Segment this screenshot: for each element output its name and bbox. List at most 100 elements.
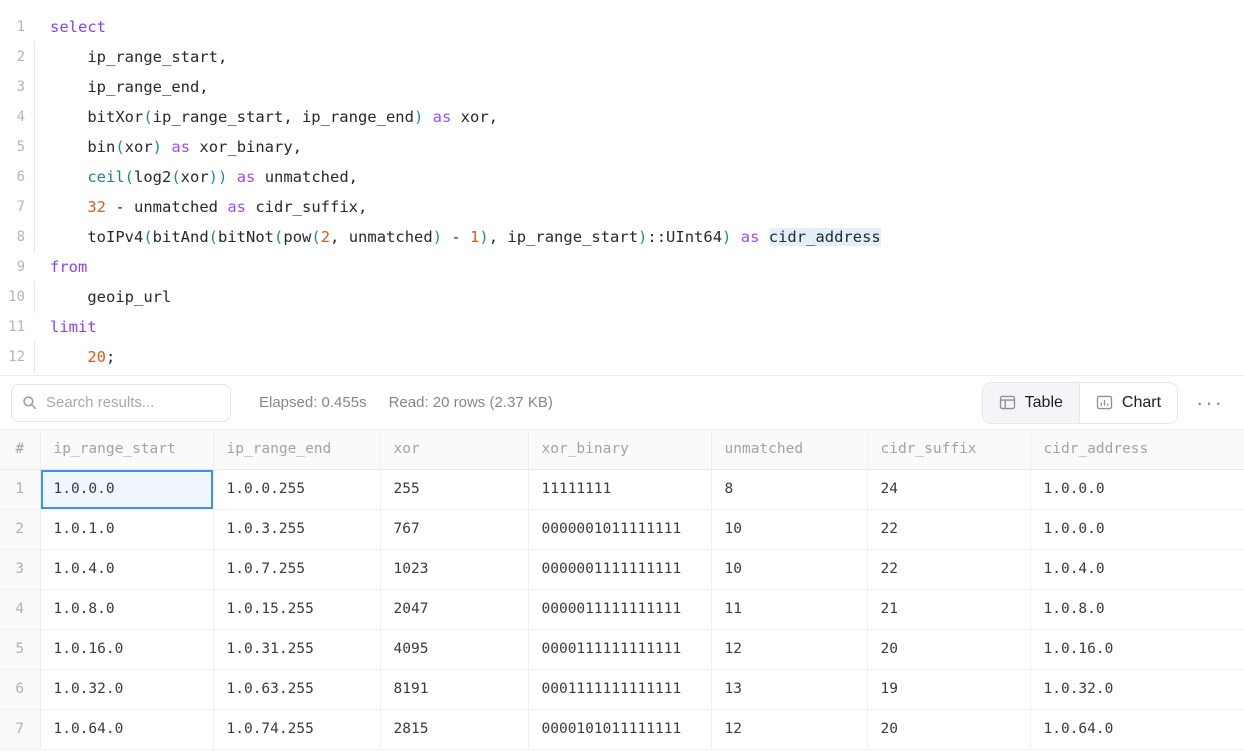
column-header-unmatched[interactable]: unmatched	[711, 430, 867, 469]
table-cell-xor[interactable]: 4095	[380, 629, 528, 669]
code-token: select	[50, 18, 106, 36]
table-cell-unmatched[interactable]: 12	[711, 709, 867, 749]
table-row[interactable]: 71.0.64.01.0.74.255281500001010111111111…	[0, 709, 1244, 749]
table-cell-cidr_suffix[interactable]: 19	[867, 669, 1030, 709]
table-row[interactable]: 11.0.0.01.0.0.255255111111118241.0.0.0	[0, 469, 1244, 509]
code-line[interactable]: 5 bin(xor) as xor_binary,	[0, 132, 1244, 162]
table-cell-ip_range_end[interactable]: 1.0.31.255	[213, 629, 380, 669]
column-header-xor_binary[interactable]: xor_binary	[528, 430, 711, 469]
table-cell-xor_binary[interactable]: 0000111111111111	[528, 629, 711, 669]
line-number: 1	[0, 12, 34, 42]
table-cell-ip_range_start[interactable]: 1.0.64.0	[40, 709, 213, 749]
table-row[interactable]: 51.0.16.01.0.31.255409500001111111111111…	[0, 629, 1244, 669]
table-cell-ip_range_end[interactable]: 1.0.15.255	[213, 589, 380, 629]
table-cell-cidr_suffix[interactable]: 22	[867, 509, 1030, 549]
code-token: from	[50, 258, 87, 276]
table-cell-xor[interactable]: 767	[380, 509, 528, 549]
table-cell-cidr_suffix[interactable]: 20	[867, 629, 1030, 669]
table-cell-cidr_address[interactable]: 1.0.0.0	[1030, 509, 1244, 549]
code-line[interactable]: 11limit	[0, 312, 1244, 342]
sql-editor[interactable]: 1 select 2 ip_range_start,3 ip_range_end,4…	[0, 0, 1244, 375]
table-cell-cidr_suffix[interactable]: 21	[867, 589, 1030, 629]
table-cell-unmatched[interactable]: 10	[711, 549, 867, 589]
code-token: , ip_range_start	[489, 228, 638, 246]
table-cell-ip_range_end[interactable]: 1.0.7.255	[213, 549, 380, 589]
table-cell-ip_range_start[interactable]: 1.0.4.0	[40, 549, 213, 589]
code-token: (	[209, 228, 218, 246]
table-cell-xor_binary[interactable]: 11111111	[528, 469, 711, 509]
table-row[interactable]: 41.0.8.01.0.15.2552047000001111111111111…	[0, 589, 1244, 629]
code-token: toIPv4	[50, 228, 143, 246]
code-line[interactable]: 7 32 - unmatched as cidr_suffix,	[0, 192, 1244, 222]
table-cell-unmatched[interactable]: 13	[711, 669, 867, 709]
code-line[interactable]: 2 ip_range_start,	[0, 42, 1244, 72]
table-cell-ip_range_end[interactable]: 1.0.3.255	[213, 509, 380, 549]
table-row[interactable]: 21.0.1.01.0.3.25576700000010111111111022…	[0, 509, 1244, 549]
table-cell-ip_range_end[interactable]: 1.0.63.255	[213, 669, 380, 709]
table-cell-unmatched[interactable]: 12	[711, 629, 867, 669]
table-cell-cidr_address[interactable]: 1.0.4.0	[1030, 549, 1244, 589]
table-cell-cidr_address[interactable]: 1.0.8.0	[1030, 589, 1244, 629]
line-number: 8	[0, 222, 34, 252]
tab-chart[interactable]: Chart	[1079, 383, 1177, 423]
table-row[interactable]: 61.0.32.01.0.63.255819100011111111111111…	[0, 669, 1244, 709]
column-header-cidr_address[interactable]: cidr_address	[1030, 430, 1244, 469]
code-token: 1	[470, 228, 479, 246]
table-cell-selected[interactable]: 1.0.0.0	[40, 469, 213, 509]
table-cell-xor[interactable]: 2047	[380, 589, 528, 629]
selected-token: cidr_address	[769, 228, 881, 246]
table-cell-xor_binary[interactable]: 0000011111111111	[528, 589, 711, 629]
code-line[interactable]: 6 ceil(log2(xor)) as unmatched,	[0, 162, 1244, 192]
table-cell-xor_binary[interactable]: 0000001011111111	[528, 509, 711, 549]
tab-chart-label: Chart	[1122, 394, 1161, 412]
table-cell-xor_binary[interactable]: 0000101011111111	[528, 709, 711, 749]
table-cell-cidr_address[interactable]: 1.0.64.0	[1030, 709, 1244, 749]
code-text: from	[34, 252, 1244, 282]
code-line[interactable]: 9from	[0, 252, 1244, 282]
table-cell-xor[interactable]: 8191	[380, 669, 528, 709]
table-cell-cidr_address[interactable]: 1.0.0.0	[1030, 469, 1244, 509]
table-cell-xor_binary[interactable]: 0000001111111111	[528, 549, 711, 589]
table-cell-ip_range_start[interactable]: 1.0.8.0	[40, 589, 213, 629]
table-row[interactable]: 31.0.4.01.0.7.25510230000001111111111102…	[0, 549, 1244, 589]
column-header-cidr_suffix[interactable]: cidr_suffix	[867, 430, 1030, 469]
table-cell-unmatched[interactable]: 11	[711, 589, 867, 629]
column-header-ip_range_start[interactable]: ip_range_start	[40, 430, 213, 469]
column-header-ip_range_end[interactable]: ip_range_end	[213, 430, 380, 469]
line-number: 12	[0, 342, 34, 372]
code-line[interactable]: 1 select	[0, 12, 1244, 42]
table-cell-ip_range_end[interactable]: 1.0.74.255	[213, 709, 380, 749]
more-options-icon[interactable]: ···	[1192, 392, 1228, 414]
table-cell-unmatched[interactable]: 8	[711, 469, 867, 509]
table-cell-cidr_address[interactable]: 1.0.16.0	[1030, 629, 1244, 669]
table-cell-cidr_suffix[interactable]: 24	[867, 469, 1030, 509]
code-token: (	[311, 228, 320, 246]
code-token: geoip_url	[50, 288, 171, 306]
search-results-input[interactable]: Search results...	[11, 384, 231, 422]
read-label: Read: 20 rows (2.37 KB)	[389, 394, 553, 411]
table-cell-xor_binary[interactable]: 0001111111111111	[528, 669, 711, 709]
table-cell-xor[interactable]: 1023	[380, 549, 528, 589]
table-cell-cidr_suffix[interactable]: 22	[867, 549, 1030, 589]
tab-table[interactable]: Table	[983, 383, 1079, 423]
table-cell-xor[interactable]: 255	[380, 469, 528, 509]
code-token	[50, 198, 87, 216]
table-cell-ip_range_start[interactable]: 1.0.16.0	[40, 629, 213, 669]
code-line[interactable]: 8 toIPv4(bitAnd(bitNot(pow(2, unmatched)…	[0, 222, 1244, 252]
code-line[interactable]: 3 ip_range_end,	[0, 72, 1244, 102]
table-cell-ip_range_end[interactable]: 1.0.0.255	[213, 469, 380, 509]
table-cell-ip_range_start[interactable]: 1.0.1.0	[40, 509, 213, 549]
table-cell-cidr_address[interactable]: 1.0.32.0	[1030, 669, 1244, 709]
column-header-index[interactable]: #	[0, 430, 40, 469]
code-line[interactable]: 10 geoip_url	[0, 282, 1244, 312]
column-header-xor[interactable]: xor	[380, 430, 528, 469]
code-line[interactable]: 12 20;	[0, 342, 1244, 372]
table-cell-xor[interactable]: 2815	[380, 709, 528, 749]
code-token: log2	[134, 168, 171, 186]
code-token: limit	[50, 318, 97, 336]
table-cell-cidr_suffix[interactable]: 20	[867, 709, 1030, 749]
table-cell-ip_range_start[interactable]: 1.0.32.0	[40, 669, 213, 709]
results-table-container[interactable]: #ip_range_startip_range_endxorxor_binary…	[0, 430, 1244, 751]
table-cell-unmatched[interactable]: 10	[711, 509, 867, 549]
code-line[interactable]: 4 bitXor(ip_range_start, ip_range_end) a…	[0, 102, 1244, 132]
